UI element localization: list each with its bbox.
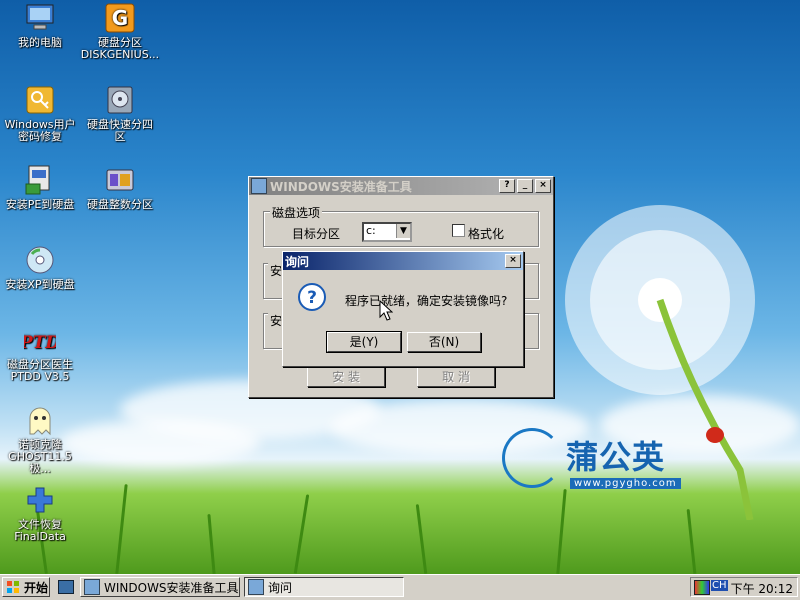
start-label: 开始	[24, 580, 49, 595]
main-window-titlebar[interactable]: WINDOWS安装准备工具 ? _ ×	[249, 177, 553, 195]
svg-text:PTD: PTD	[24, 333, 56, 353]
desktop-icon-label: Windows用户 密码修复	[4, 118, 76, 143]
target-partition-value: c:	[366, 224, 376, 237]
yes-button[interactable]: 是(Y)	[326, 331, 402, 353]
desktop-icon-diskgenius[interactable]: G 硬盘分区 DISKGENIUS...	[80, 2, 160, 61]
desktop-icon-label: 诺顿克隆 GHOST11.5极...	[8, 438, 72, 475]
brand-logo: 蒲公英 www.pgygho.com	[502, 428, 682, 494]
desktop-icon-label: 我的电脑	[18, 36, 62, 49]
no-button[interactable]: 否(N)	[407, 332, 481, 352]
brand-name: 蒲公英	[566, 438, 666, 476]
grass-decoration	[293, 494, 310, 574]
app-icon	[251, 178, 267, 194]
chevron-down-icon[interactable]: ▼	[396, 224, 410, 238]
desktop-icon-install-xp[interactable]: 安装XP到硬盘	[0, 244, 80, 291]
cancel-button[interactable]: 取 消	[417, 367, 495, 387]
diskgenius-icon: G	[104, 2, 136, 34]
dialog-message: 程序已就绪，确定安装镜像吗?	[345, 294, 508, 308]
cloud-decoration	[60, 420, 260, 465]
svg-text:?: ?	[307, 288, 317, 308]
desktop-icon-label: 硬盘分区 DISKGENIUS...	[80, 36, 160, 61]
ptdd-icon: PTD	[19, 324, 60, 356]
format-label: 格式化	[468, 227, 505, 241]
grass-decoration	[415, 504, 428, 574]
desktop-icon-my-computer[interactable]: 我的电脑	[0, 2, 80, 49]
desktop-icon-install-pe[interactable]: 安装PE到硬盘	[0, 164, 80, 211]
dialog-title: 询问	[285, 254, 310, 269]
dialog-titlebar[interactable]: 询问 ×	[283, 252, 523, 270]
installer-icon	[24, 164, 56, 196]
system-tray: CH 下午 20:12	[690, 577, 798, 597]
mouse-cursor-icon	[379, 300, 393, 321]
desktop-icon-label: 硬盘整数分区	[87, 198, 153, 211]
key-icon	[24, 84, 56, 116]
desktop-background: 我的电脑 G 硬盘分区 DISKGENIUS... Windows用户 密码修复…	[0, 0, 800, 574]
grass-decoration	[207, 513, 216, 574]
dandelion-logo-icon	[502, 428, 562, 488]
desktop-icon-password-repair[interactable]: Windows用户 密码修复	[0, 84, 80, 143]
target-partition-label: 目标分区	[292, 227, 341, 241]
ime-indicator[interactable]: CH	[711, 580, 728, 591]
desktop-icon-label: 文件恢复 FinalData	[14, 518, 66, 543]
desktop-icon-quick-partition[interactable]: 硬盘快速分四 区	[80, 84, 160, 143]
install-button[interactable]: 安 装	[307, 367, 385, 387]
target-partition-select[interactable]: c: ▼	[362, 222, 412, 242]
question-icon: ?	[297, 282, 327, 312]
desktop-icon-label: 安装XP到硬盘	[5, 278, 75, 291]
start-button[interactable]: 开始	[2, 577, 50, 597]
desktop-icon-integer-partition[interactable]: 硬盘整数分区	[80, 164, 160, 211]
format-checkbox[interactable]	[452, 224, 465, 237]
show-desktop-icon[interactable]	[58, 580, 74, 594]
group-label: 磁盘选项	[270, 204, 323, 221]
finaldata-icon	[24, 484, 56, 516]
grass-decoration	[115, 484, 128, 574]
close-button[interactable]: ×	[535, 179, 551, 193]
desktop-icon-ghost[interactable]: 诺顿克隆 GHOST11.5极...	[0, 404, 80, 475]
minimize-button[interactable]: _	[517, 179, 533, 193]
desktop-icon-ptdd[interactable]: PTD 磁盘分区医生 PTDD V3.5	[0, 324, 80, 383]
windows-logo-icon	[6, 580, 20, 594]
desktop-icon-label: 磁盘分区医生 PTDD V3.5	[7, 358, 73, 383]
taskbar-item-label: WINDOWS安装准备工具	[104, 580, 239, 595]
close-button[interactable]: ×	[505, 254, 521, 268]
tray-monitor-icon[interactable]	[694, 580, 710, 595]
help-button[interactable]: ?	[499, 179, 515, 193]
taskbar: 开始 WINDOWS安装准备工具 询问 CH 下午 20:12	[0, 574, 800, 600]
taskbar-item-dialog[interactable]: 询问	[244, 577, 404, 597]
confirm-dialog: 询问 × ? 程序已就绪，确定安装镜像吗? 是(Y) 否(N)	[282, 251, 524, 367]
partition-tool-icon	[104, 164, 136, 196]
taskbar-item-main-window[interactable]: WINDOWS安装准备工具	[80, 577, 240, 597]
disk-icon	[104, 84, 136, 116]
brand-url: www.pgygho.com	[570, 478, 681, 489]
clock: 下午 20:12	[730, 582, 793, 596]
computer-icon	[24, 2, 56, 34]
app-icon	[248, 579, 264, 595]
desktop-icon-finaldata[interactable]: 文件恢复 FinalData	[0, 484, 80, 543]
desktop-icon-label: 安装PE到硬盘	[5, 198, 75, 211]
ghost-icon	[24, 404, 56, 436]
main-window-title: WINDOWS安装准备工具	[270, 179, 412, 194]
disk-options-group: 磁盘选项 目标分区 c: ▼ 格式化	[263, 204, 539, 247]
taskbar-item-label: 询问	[268, 580, 293, 595]
desktop-icon-label: 硬盘快速分四 区	[87, 118, 153, 143]
app-icon	[84, 579, 100, 595]
svg-text:G: G	[112, 6, 128, 30]
cd-icon	[24, 244, 56, 276]
